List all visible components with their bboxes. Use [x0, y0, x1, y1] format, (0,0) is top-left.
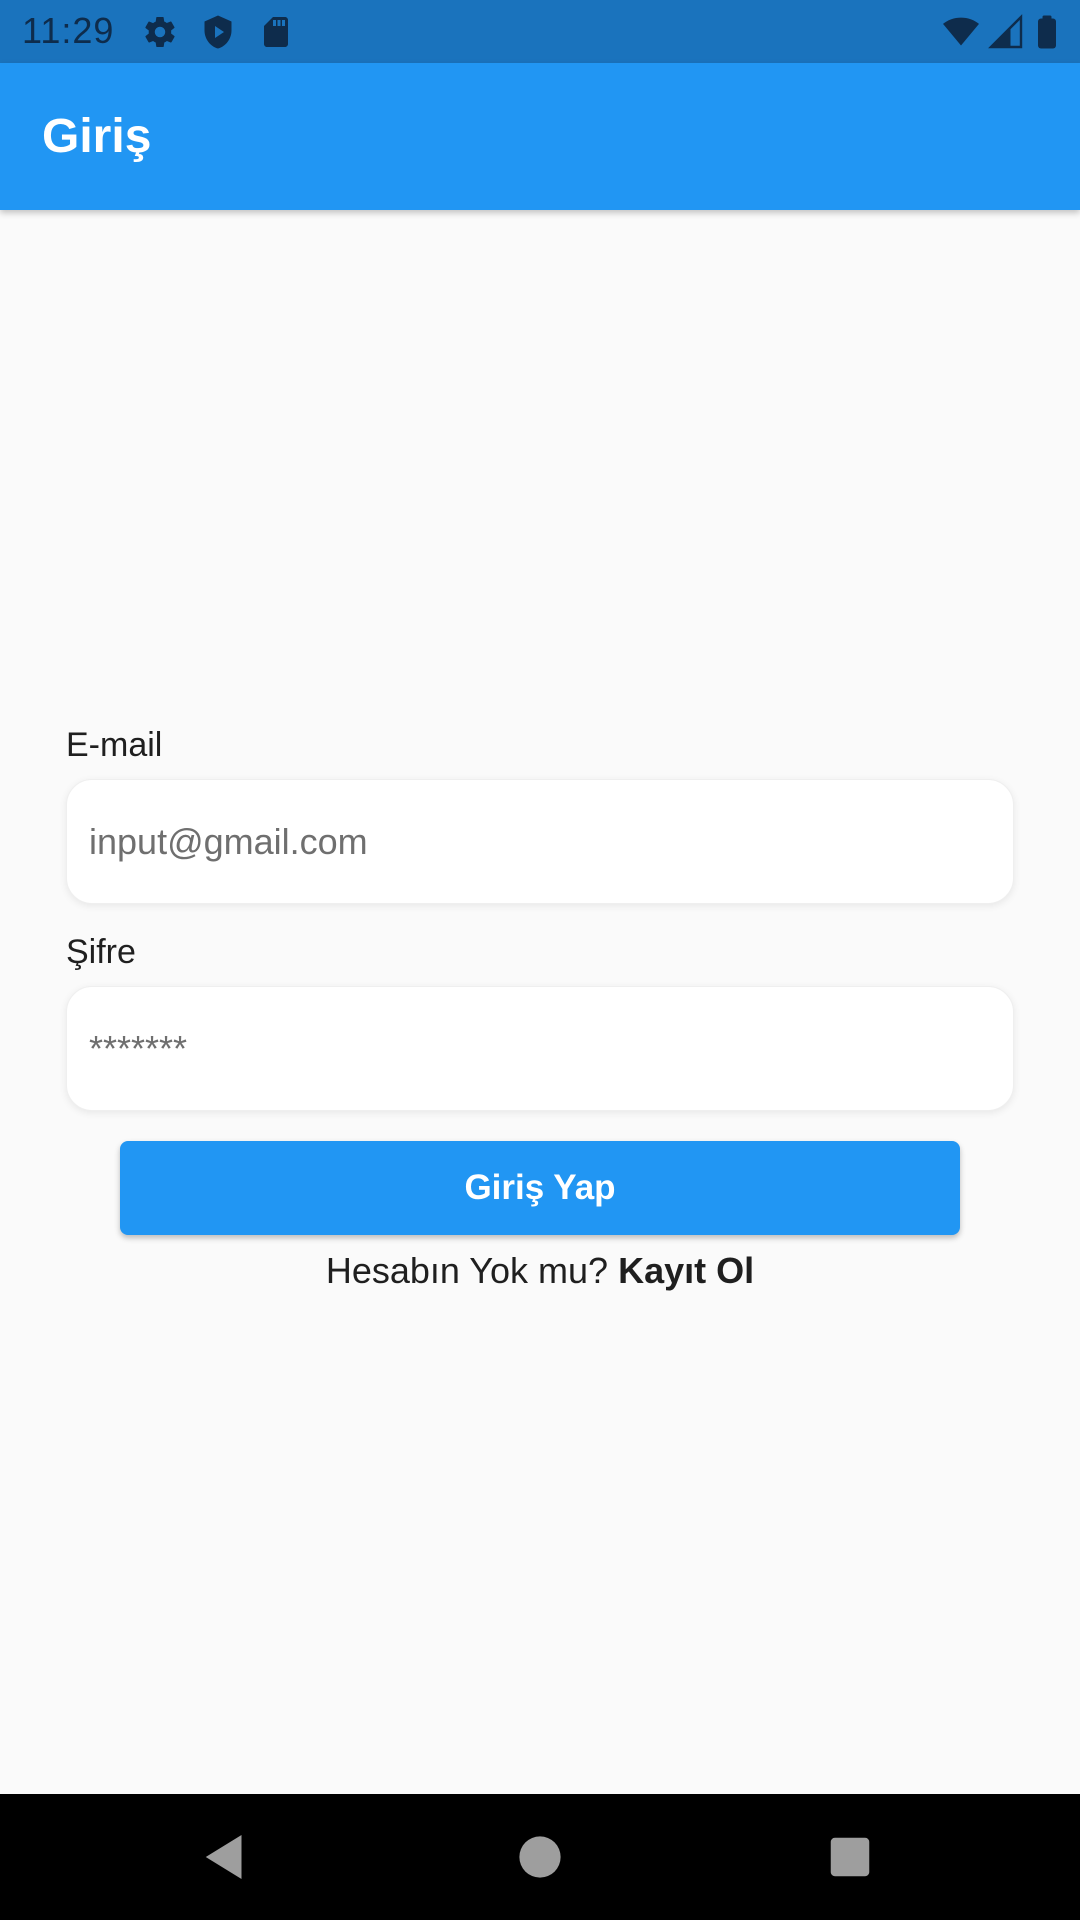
password-label: Şifre [66, 933, 136, 971]
recents-icon[interactable] [817, 1824, 883, 1890]
navigation-bar [0, 1794, 1080, 1920]
cell-signal-icon [988, 14, 1024, 50]
battery-icon [1032, 14, 1068, 50]
sd-card-icon [258, 14, 294, 50]
gear-icon [142, 14, 178, 50]
shield-play-icon [200, 14, 236, 50]
password-input[interactable] [87, 987, 987, 1110]
register-link[interactable]: Kayıt Ol [618, 1250, 754, 1291]
email-field[interactable] [66, 779, 1014, 904]
app-bar: Giriş [0, 63, 1080, 210]
page-title: Giriş [42, 110, 152, 163]
status-bar: 11:29 [0, 0, 1080, 63]
wifi-icon [942, 14, 979, 50]
email-input[interactable] [87, 780, 987, 903]
login-button[interactable]: Giriş Yap [120, 1141, 960, 1235]
status-time: 11:29 [22, 10, 115, 51]
home-icon[interactable] [507, 1824, 573, 1890]
back-icon[interactable] [192, 1824, 258, 1890]
password-field[interactable] [66, 986, 1014, 1111]
email-label: E-mail [66, 726, 163, 764]
register-prompt: Hesabın Yok mu? [325, 1250, 609, 1291]
register-row: Hesabın Yok mu? Kayıt Ol [0, 1250, 1080, 1292]
